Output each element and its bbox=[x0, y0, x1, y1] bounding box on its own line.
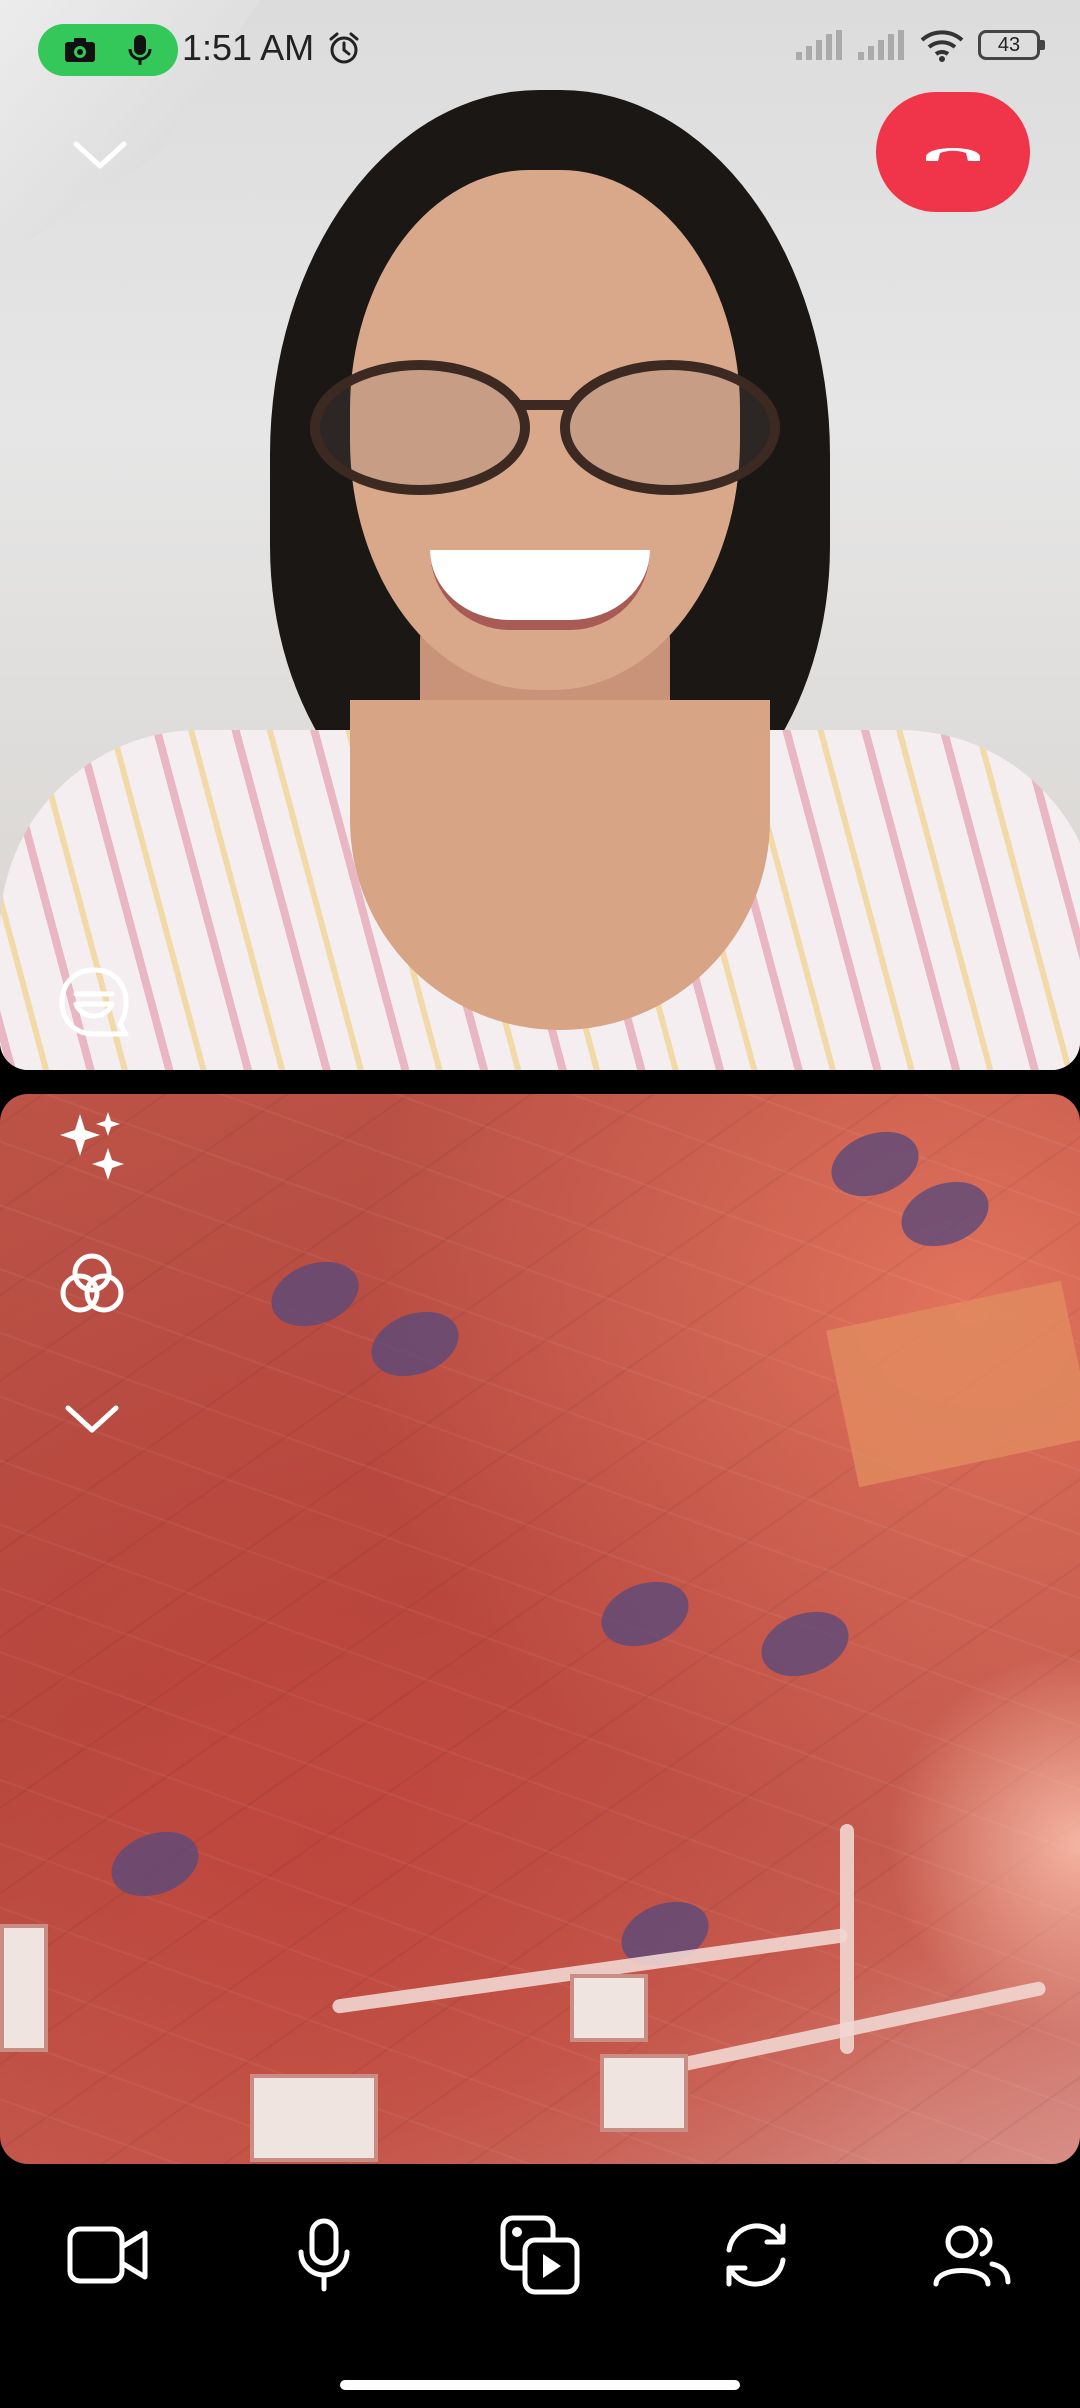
camera-icon bbox=[63, 35, 97, 65]
sparkles-icon bbox=[56, 1108, 128, 1180]
media-share-icon bbox=[499, 2214, 581, 2296]
effects-button[interactable] bbox=[52, 1104, 132, 1184]
minimize-call-button[interactable] bbox=[60, 120, 140, 190]
more-options-button[interactable] bbox=[52, 1384, 132, 1454]
chevron-down-icon bbox=[72, 138, 128, 172]
call-toolbar bbox=[0, 2190, 1080, 2320]
share-media-button[interactable] bbox=[485, 2200, 595, 2310]
switch-board bbox=[250, 2074, 378, 2162]
chevron-down-icon bbox=[64, 1402, 120, 1436]
signal-icon bbox=[796, 30, 844, 60]
chat-button[interactable] bbox=[52, 960, 136, 1044]
video-camera-icon bbox=[67, 2223, 149, 2287]
clock-time: 1:51 AM bbox=[182, 27, 315, 68]
switch-board bbox=[570, 1974, 648, 2042]
mic-toggle-button[interactable] bbox=[269, 2200, 379, 2310]
home-indicator[interactable] bbox=[340, 2380, 740, 2390]
mic-icon bbox=[127, 33, 153, 67]
video-toggle-button[interactable] bbox=[53, 2200, 163, 2310]
end-call-button[interactable] bbox=[876, 92, 1030, 212]
battery-level: 43 bbox=[997, 34, 1021, 56]
participants-icon bbox=[932, 2222, 1012, 2288]
filters-button[interactable] bbox=[52, 1244, 132, 1324]
status-icons: 43 bbox=[796, 28, 1045, 62]
flip-camera-icon bbox=[717, 2216, 795, 2294]
flip-camera-button[interactable] bbox=[701, 2200, 811, 2310]
alarm-icon bbox=[326, 30, 362, 66]
remote-participant bbox=[0, 90, 1080, 1070]
participants-button[interactable] bbox=[917, 2200, 1027, 2310]
end-call-icon bbox=[920, 137, 986, 167]
switch-board bbox=[0, 1924, 48, 2052]
filters-icon bbox=[57, 1249, 127, 1319]
chat-bubble-icon bbox=[54, 962, 134, 1042]
privacy-indicator bbox=[38, 24, 178, 76]
battery-icon: 43 bbox=[978, 30, 1045, 60]
wifi-icon bbox=[920, 28, 964, 62]
self-video-preview[interactable] bbox=[0, 1094, 1080, 2164]
status-bar: 1:51 AM 43 bbox=[0, 0, 1080, 100]
signal-icon bbox=[858, 30, 906, 60]
switch-board bbox=[600, 2054, 688, 2132]
microphone-icon bbox=[296, 2218, 352, 2292]
